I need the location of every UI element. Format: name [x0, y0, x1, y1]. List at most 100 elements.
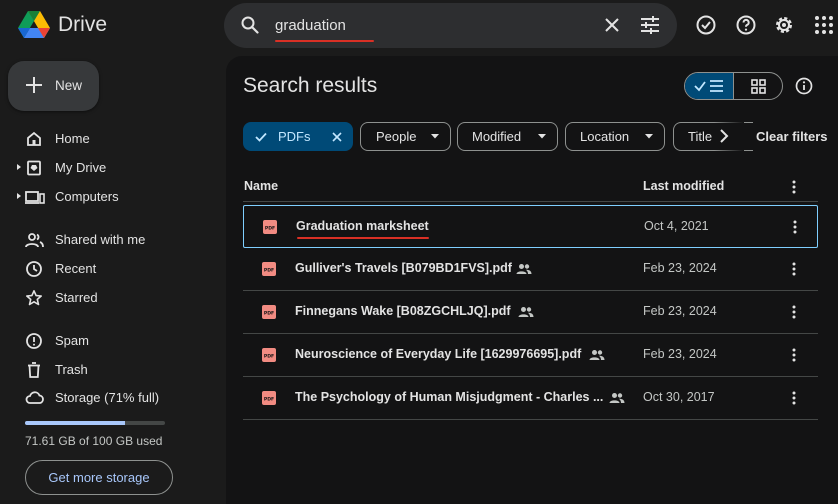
- pdf-file-icon: PDF: [263, 220, 277, 234]
- storage-progress-fill: [25, 421, 126, 425]
- pdf-file-icon: PDF: [262, 305, 276, 319]
- filter-chip-label: Title: [688, 129, 713, 144]
- filter-chip-pdfs[interactable]: PDFs: [243, 122, 353, 151]
- filter-chip-label: Location: [580, 129, 630, 144]
- table-row[interactable]: PDF Gulliver's Travels [B079BD1FVS].pdf …: [243, 248, 818, 291]
- search-input[interactable]: graduation: [275, 17, 346, 34]
- grid-view-button[interactable]: [734, 73, 782, 99]
- info-icon[interactable]: [794, 76, 814, 96]
- trash-icon: [25, 361, 43, 379]
- list-view-button[interactable]: [685, 73, 734, 99]
- more-actions-icon[interactable]: [788, 304, 800, 320]
- more-actions-icon[interactable]: [788, 261, 800, 277]
- sidebar-item-recent[interactable]: Recent: [0, 255, 210, 283]
- storage-progress-bar: [25, 421, 165, 425]
- new-button[interactable]: New: [8, 61, 99, 111]
- sidebar-item-label: Trash: [55, 362, 88, 377]
- drive-logo-icon[interactable]: [17, 10, 51, 40]
- column-header-last-modified[interactable]: Last modified: [643, 179, 724, 193]
- sidebar-item-my-drive[interactable]: My Drive: [0, 154, 210, 182]
- search-icon[interactable]: [240, 15, 260, 35]
- page-title: Search results: [243, 74, 378, 97]
- cloud-icon: [25, 389, 45, 407]
- more-actions-icon[interactable]: [788, 347, 800, 363]
- chevron-down-icon: [645, 134, 653, 139]
- sidebar-item-label: Storage (71% full): [55, 390, 160, 405]
- table-row[interactable]: PDF Finnegans Wake [B08ZGCHLJQ].pdf Feb …: [243, 291, 818, 334]
- plus-icon: [24, 75, 44, 95]
- row-divider: [243, 419, 818, 420]
- help-icon[interactable]: [734, 13, 758, 37]
- table-row[interactable]: PDF Graduation marksheet Oct 4, 2021: [243, 205, 818, 248]
- filter-chip-label: People: [376, 129, 417, 144]
- check-icon: [254, 131, 268, 143]
- pdf-file-icon: PDF: [262, 391, 276, 405]
- brand-name: Drive: [58, 13, 108, 36]
- sidebar-item-storage[interactable]: Storage (71% full): [0, 384, 210, 412]
- svg-text:PDF: PDF: [264, 267, 274, 273]
- sidebar-item-label: Recent: [55, 261, 97, 276]
- storage-used-text: 71.61 GB of 100 GB used: [25, 434, 163, 448]
- file-name-underline: [297, 237, 429, 239]
- top-bar: Drive graduation: [0, 0, 838, 52]
- file-modified-date: Feb 23, 2024: [643, 347, 717, 361]
- header-divider: [243, 201, 818, 202]
- table-row[interactable]: PDF Neuroscience of Everyday Life [16299…: [243, 334, 818, 377]
- spam-icon: [25, 332, 43, 350]
- filter-chip-people[interactable]: People: [360, 122, 451, 151]
- search-box[interactable]: graduation: [224, 3, 677, 48]
- filter-chip-modified[interactable]: Modified: [457, 122, 558, 151]
- sidebar-item-starred[interactable]: Starred: [0, 284, 210, 312]
- shared-with-me-icon: [25, 231, 45, 249]
- more-actions-icon[interactable]: [788, 390, 800, 406]
- file-modified-date: Feb 23, 2024: [643, 304, 717, 318]
- sidebar-item-trash[interactable]: Trash: [0, 356, 210, 384]
- filter-chip-location[interactable]: Location: [565, 122, 665, 151]
- clock-icon: [25, 260, 43, 278]
- shared-people-icon: [609, 392, 625, 404]
- remove-filter-icon[interactable]: [331, 131, 343, 143]
- column-options-icon[interactable]: [788, 179, 800, 195]
- file-name[interactable]: Neuroscience of Everyday Life [162997669…: [295, 347, 581, 361]
- sidebar-item-label: My Drive: [55, 160, 107, 175]
- sidebar-item-spam[interactable]: Spam: [0, 327, 210, 355]
- clear-filters-button[interactable]: Clear filters: [756, 129, 828, 144]
- settings-gear-icon[interactable]: [772, 13, 796, 37]
- search-options-icon[interactable]: [639, 15, 661, 35]
- file-name[interactable]: Graduation marksheet: [296, 219, 429, 233]
- sidebar-item-home[interactable]: Home: [0, 125, 210, 153]
- sidebar-item-shared-with-me[interactable]: Shared with me: [0, 226, 210, 254]
- chevron-down-icon: [538, 134, 546, 139]
- view-toggle[interactable]: [684, 72, 783, 100]
- get-more-storage-button[interactable]: Get more storage: [25, 460, 173, 495]
- table-row[interactable]: PDF The Psychology of Human Misjudgment …: [243, 377, 818, 420]
- filter-chip-label: PDFs: [278, 129, 311, 144]
- apps-grid-icon[interactable]: [812, 13, 836, 37]
- clear-search-icon[interactable]: [602, 15, 622, 35]
- computers-icon: [25, 188, 45, 206]
- sidebar-item-computers[interactable]: Computers: [0, 183, 210, 211]
- pdf-file-icon: PDF: [262, 348, 276, 362]
- my-drive-icon: [25, 159, 43, 177]
- file-name[interactable]: Finnegans Wake [B08ZGCHLJQ].pdf: [295, 304, 511, 318]
- expand-caret-icon[interactable]: [16, 162, 22, 172]
- shared-people-icon: [516, 263, 532, 275]
- search-query-underline: [275, 40, 374, 42]
- sidebar-item-label: Starred: [55, 290, 98, 305]
- file-modified-date: Oct 30, 2017: [643, 390, 715, 404]
- shared-people-icon: [589, 349, 605, 361]
- column-header-name[interactable]: Name: [244, 179, 278, 193]
- offline-status-icon[interactable]: [694, 13, 718, 37]
- file-name[interactable]: The Psychology of Human Misjudgment - Ch…: [295, 390, 603, 404]
- svg-text:PDF: PDF: [264, 310, 274, 316]
- more-actions-icon[interactable]: [789, 219, 801, 235]
- svg-text:PDF: PDF: [265, 225, 275, 231]
- sidebar-item-label: Home: [55, 131, 90, 146]
- expand-caret-icon[interactable]: [16, 191, 22, 201]
- main-panel: Search results PDFs People Modified Loca…: [226, 56, 838, 504]
- sidebar-item-label: Spam: [55, 333, 89, 348]
- scroll-right-chevron-icon[interactable]: [719, 129, 729, 143]
- file-name[interactable]: Gulliver's Travels [B079BD1FVS].pdf: [295, 261, 512, 275]
- chevron-down-icon: [431, 134, 439, 139]
- sidebar-item-label: Shared with me: [55, 232, 146, 247]
